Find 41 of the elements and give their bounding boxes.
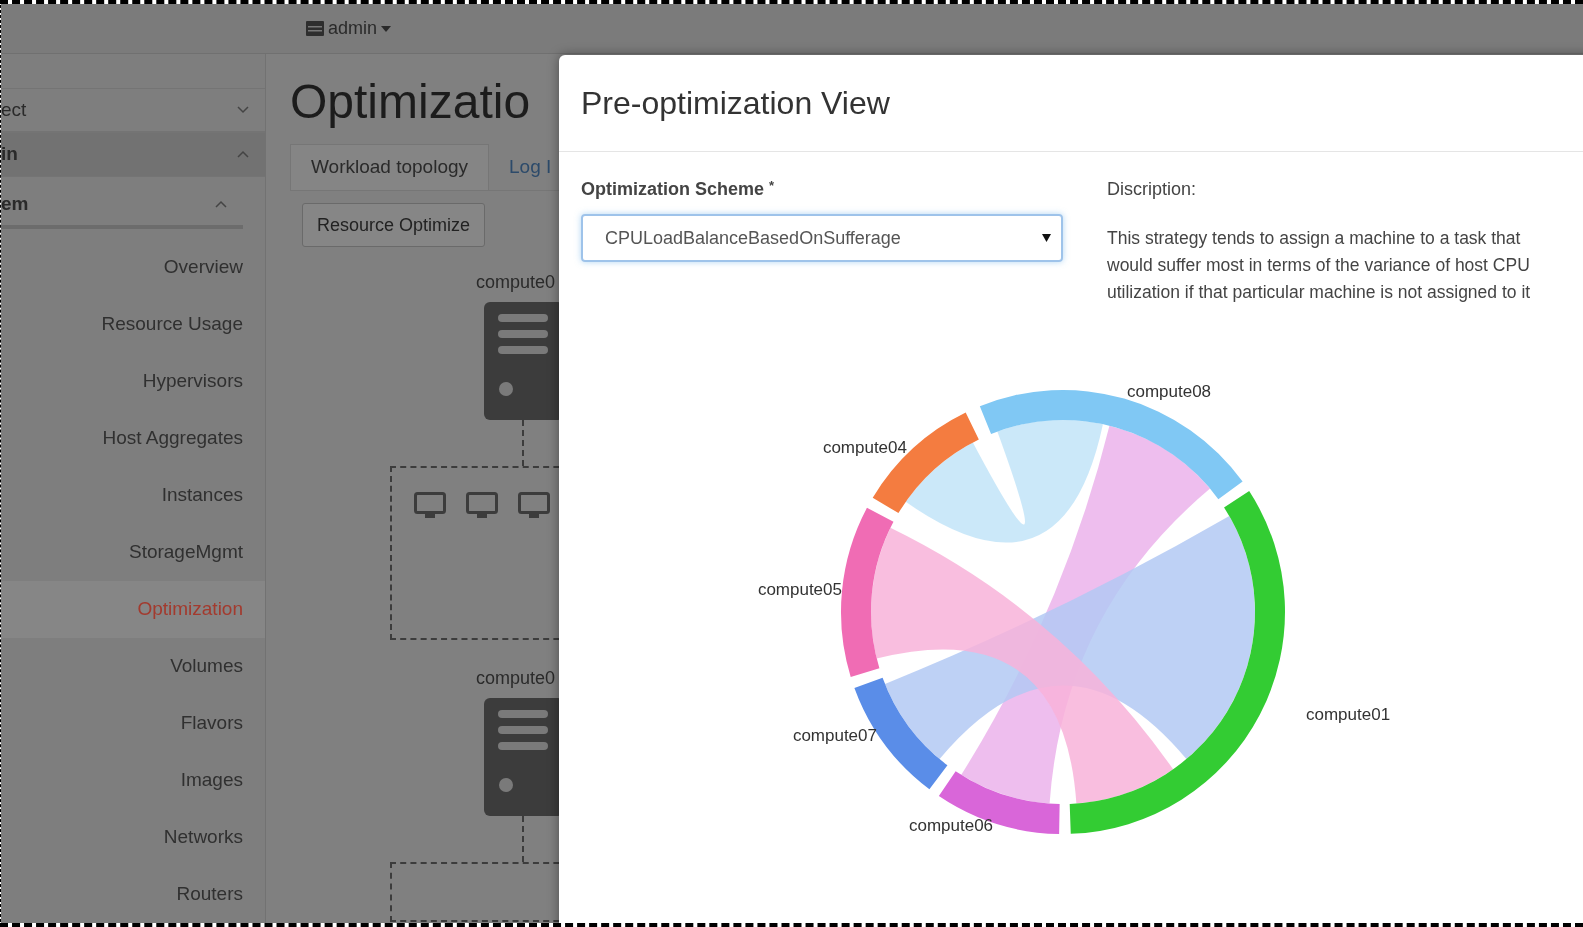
resource-optimize-button[interactable]: Resource Optimize	[302, 203, 486, 247]
sidebar-item[interactable]: Networks	[1, 809, 265, 866]
sidebar-item[interactable]: Routers	[1, 866, 265, 923]
sidebar-item[interactable]: Volumes	[1, 638, 265, 695]
caret-icon	[1042, 234, 1051, 242]
monitor-icon	[414, 492, 446, 520]
page-title: Optimizatio	[290, 74, 531, 130]
sidebar-item[interactable]: Host Aggregates	[1, 410, 265, 467]
chevron-up-icon	[237, 150, 249, 159]
sidebar-item[interactable]: Resource Usage	[1, 296, 265, 353]
chord-label: compute06	[908, 816, 994, 835]
sidebar-section[interactable]: em	[1, 182, 243, 229]
sidebar-section[interactable]: in	[1, 132, 265, 177]
sidebar-item[interactable]: Instances	[1, 467, 265, 524]
caret-icon	[381, 25, 392, 32]
chord-label: compute04	[822, 438, 907, 457]
description-text: This strategy tends to assign a machine to a task that would suffer most in terms of the variance of host CPU utilization if that particular machine is not assigned to it	[1107, 227, 1532, 304]
tab[interactable]: Workload topology	[290, 144, 490, 190]
sidebar-item[interactable]: Images	[1, 752, 265, 809]
user-menu[interactable]: admin	[306, 15, 392, 42]
chord-label: compute01	[1306, 705, 1391, 724]
chord-label: compute07	[792, 726, 877, 745]
field-label: Optimization Scheme *	[581, 177, 776, 201]
sidebar-item[interactable]: Optimization	[1, 581, 265, 638]
sidebar-item[interactable]: Hypervisors	[1, 353, 265, 410]
description-label: Discription:	[1107, 178, 1198, 201]
chord-label: compute08	[1126, 382, 1212, 401]
node-label: compute0	[476, 667, 556, 690]
chevron-down-icon	[237, 106, 249, 115]
scheme-select[interactable]: CPULoadBalanceBasedOnSufferage	[581, 214, 1063, 262]
tab[interactable]: Log I	[489, 144, 572, 190]
chevron-up-icon	[215, 199, 227, 208]
node-label: compute0	[476, 271, 556, 294]
sidebar-item[interactable]: Flavors	[1, 695, 265, 752]
monitor-icon	[518, 492, 550, 520]
sidebar-item[interactable]: StorageMgmt	[1, 524, 265, 581]
table-icon	[306, 21, 324, 36]
chord-label: compute05	[757, 580, 842, 599]
sidebar-item[interactable]: Overview	[1, 239, 265, 296]
modal-title: Pre-optimization View	[581, 84, 890, 123]
monitor-icon	[466, 492, 498, 520]
